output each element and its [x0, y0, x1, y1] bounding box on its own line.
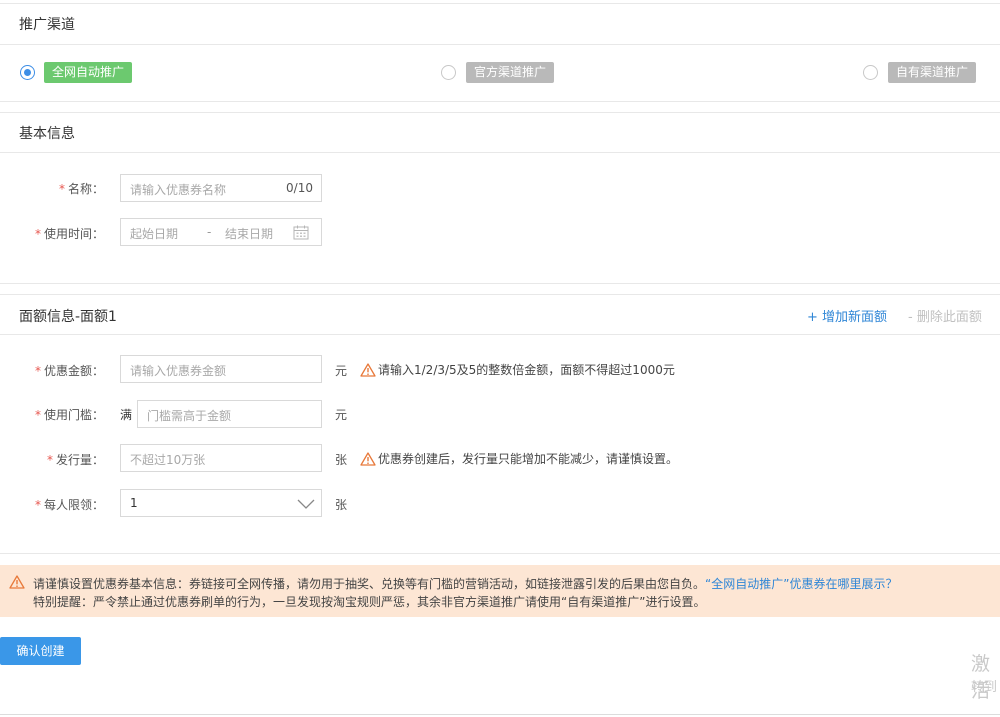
- chevron-down-icon[interactable]: [297, 499, 315, 509]
- date-separator: -: [207, 225, 212, 239]
- per-person-limit-select[interactable]: 1: [120, 489, 322, 517]
- delete-denomination-link[interactable]: - 删除此面额: [908, 306, 982, 325]
- top-divider: [0, 3, 1000, 4]
- amount-unit: 元: [335, 364, 348, 378]
- threshold-placeholder: 门槛需高于金额: [147, 409, 232, 423]
- calendar-icon[interactable]: [293, 225, 309, 240]
- name-label: * 名称：: [58, 182, 104, 196]
- coupon-name-input[interactable]: 请输入优惠券名称 0/10: [120, 174, 322, 202]
- threshold-input[interactable]: 门槛需高于金额: [137, 400, 322, 428]
- threshold-unit: 元: [335, 408, 348, 422]
- warning-icon: [9, 575, 25, 589]
- limit-label: * 每人限领：: [34, 498, 104, 512]
- coupon-amount-input[interactable]: 请输入优惠券金额: [120, 355, 322, 383]
- divider: [0, 283, 1000, 284]
- amount-hint: 请输入1/2/3/5及5的整数倍金额，面额不得超过1000元: [360, 361, 675, 378]
- amount-placeholder: 请输入优惠券金额: [130, 364, 227, 378]
- date-range-picker[interactable]: 起始日期 - 结束日期: [120, 218, 322, 246]
- time-label: * 使用时间：: [34, 227, 104, 241]
- threshold-label: * 使用门槛：: [34, 408, 104, 422]
- notice-line-2: 特别提醒：严令禁止通过优惠券刷单的行为，一旦发现按淘宝规则严惩，其余非官方渠道推…: [33, 595, 706, 609]
- divider: [0, 44, 1000, 45]
- issue-unit: 张: [335, 453, 348, 467]
- issue-placeholder: 不超过10万张: [130, 453, 206, 467]
- issue-quantity-input[interactable]: 不超过10万张: [120, 444, 322, 472]
- section-title-channel: 推广渠道: [19, 17, 75, 33]
- name-char-counter: 0/10: [286, 181, 313, 195]
- issue-hint: 优惠券创建后，发行量只能增加不能减少，请谨慎设置。: [360, 450, 678, 467]
- promotion-display-link[interactable]: “全网自动推广”优惠券在哪里展示？: [705, 577, 897, 591]
- radio-official-promotion[interactable]: [441, 65, 456, 80]
- bottom-divider: [0, 714, 1000, 715]
- add-denomination-link[interactable]: + 增加新面额: [807, 306, 887, 325]
- channel-option-official[interactable]: 官方渠道推广: [466, 62, 555, 83]
- radio-own-promotion[interactable]: [863, 65, 878, 80]
- limit-unit: 张: [335, 498, 348, 512]
- name-placeholder: 请输入优惠券名称: [130, 183, 227, 197]
- divider: [0, 112, 1000, 113]
- warning-icon: [360, 362, 376, 377]
- end-date-placeholder[interactable]: 结束日期: [225, 225, 273, 242]
- divider: [0, 294, 1000, 295]
- issue-label: * 发行量：: [46, 453, 104, 467]
- radio-auto-promotion[interactable]: [20, 65, 35, 80]
- confirm-create-button[interactable]: 确认创建: [0, 637, 81, 665]
- section-title-basic: 基本信息: [19, 126, 75, 142]
- section-title-denomination: 面额信息-面额1: [19, 309, 117, 325]
- divider: [0, 553, 1000, 554]
- warning-icon: [360, 451, 376, 466]
- amount-label: * 优惠金额：: [34, 364, 104, 378]
- divider: [0, 152, 1000, 153]
- limit-selected-value: 1: [130, 496, 138, 510]
- threshold-prefix: 满: [120, 408, 133, 422]
- notice-banner: 请谨慎设置优惠券基本信息：券链接可全网传播，请勿用于抽奖、兑换等有门槛的营销活动…: [0, 565, 1000, 617]
- notice-line-1: 请谨慎设置优惠券基本信息：券链接可全网传播，请勿用于抽奖、兑换等有门槛的营销活动…: [33, 577, 898, 591]
- watermark-line-2: 转到: [971, 680, 998, 695]
- channel-option-auto[interactable]: 全网自动推广: [44, 62, 133, 83]
- divider: [0, 101, 1000, 102]
- channel-option-own[interactable]: 自有渠道推广: [888, 62, 977, 83]
- divider: [0, 334, 1000, 335]
- start-date-placeholder[interactable]: 起始日期: [130, 225, 178, 242]
